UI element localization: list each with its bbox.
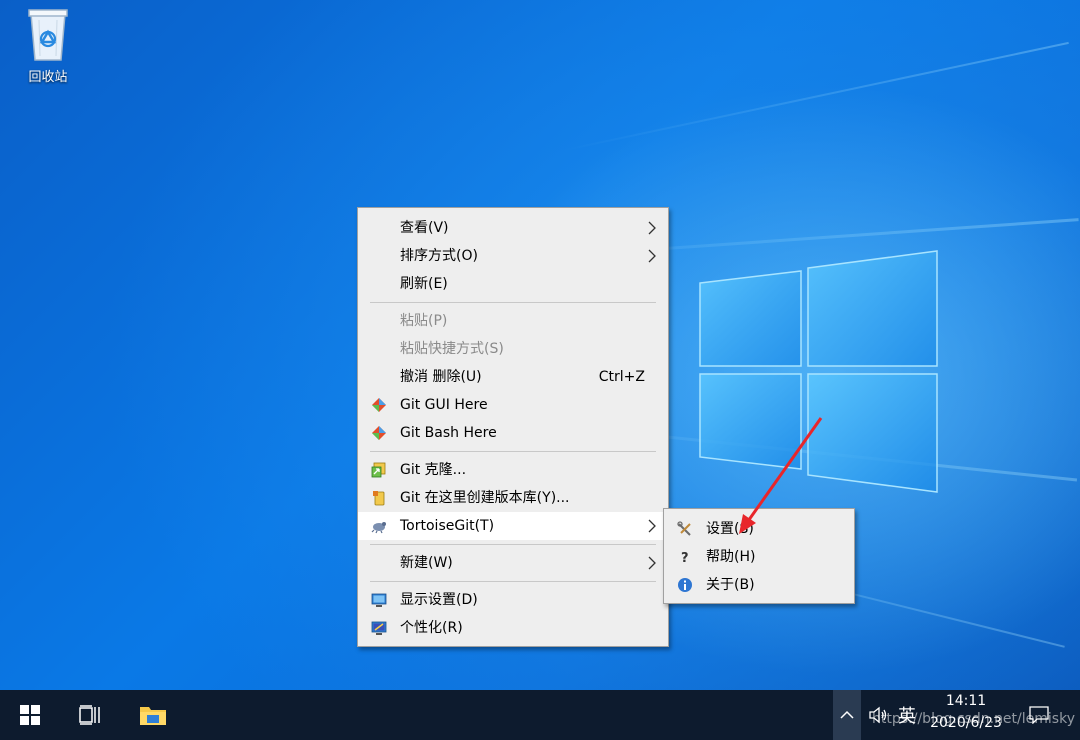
menu-item-refresh[interactable]: 刷新(E) — [358, 270, 668, 298]
menu-item-label: Git GUI Here — [400, 397, 488, 413]
submenu-item-settings[interactable]: 设置(S) — [664, 515, 854, 543]
menu-item-git-bash[interactable]: Git Bash Here — [358, 419, 668, 447]
menu-item-new[interactable]: 新建(W) — [358, 549, 668, 577]
clock-time[interactable]: 14:11 — [928, 693, 1004, 709]
menu-item-label: Git 在这里创建版本库(Y)... — [400, 490, 570, 506]
recycle-bin[interactable]: 回收站 — [14, 6, 82, 96]
info-icon — [678, 578, 692, 592]
menu-separator — [370, 451, 656, 452]
menu-separator — [370, 302, 656, 303]
file-explorer-button[interactable] — [122, 690, 184, 740]
menu-item-label: TortoiseGit(T) — [400, 518, 495, 534]
chevron-right-icon — [648, 519, 656, 533]
menu-item-label: 撤消 删除(U) — [400, 369, 482, 385]
menu-item-git-clone[interactable]: Git 克隆... — [358, 456, 668, 484]
menu-item-git-gui[interactable]: Git GUI Here — [358, 391, 668, 419]
menu-item-git-create-repo[interactable]: Git 在这里创建版本库(Y)... — [358, 484, 668, 512]
personalize-icon — [371, 621, 387, 635]
recycle-bin-icon — [28, 9, 68, 61]
task-view-button[interactable] — [60, 690, 120, 740]
tortoisegit-submenu: 设置(S) ? 帮助(H) 关于(B) — [663, 508, 855, 604]
chevron-right-icon — [648, 556, 656, 570]
menu-item-paste[interactable]: 粘贴(P) — [358, 307, 668, 335]
menu-item-sort[interactable]: 排序方式(O) — [358, 242, 668, 270]
menu-separator — [370, 581, 656, 582]
menu-item-label: 关于(B) — [706, 577, 755, 593]
menu-item-label: 帮助(H) — [706, 549, 756, 565]
tortoisegit-icon — [371, 522, 386, 534]
menu-item-label: Git Bash Here — [400, 425, 497, 441]
submenu-item-about[interactable]: 关于(B) — [664, 571, 854, 599]
display-settings-icon — [371, 593, 387, 607]
menu-item-view[interactable]: 查看(V) — [358, 214, 668, 242]
menu-item-label: 粘贴快捷方式(S) — [400, 341, 504, 357]
submenu-item-help[interactable]: ? 帮助(H) — [664, 543, 854, 571]
folder-icon — [140, 707, 166, 725]
watermark-text: https://blog.csdn.net/lemisky — [872, 711, 1075, 727]
git-gui-icon — [372, 398, 386, 412]
start-button[interactable] — [0, 690, 60, 740]
menu-item-label: 查看(V) — [400, 220, 449, 236]
chevron-right-icon — [648, 249, 656, 263]
menu-item-display-settings[interactable]: 显示设置(D) — [358, 586, 668, 614]
task-view-icon — [79, 705, 100, 725]
menu-item-label: 设置(S) — [706, 521, 754, 537]
help-icon: ? — [681, 551, 689, 565]
tray-overflow-button[interactable] — [833, 690, 861, 740]
recycle-bin-label: 回收站 — [28, 70, 68, 85]
menu-item-personalize[interactable]: 个性化(R) — [358, 614, 668, 642]
menu-item-label: 刷新(E) — [400, 276, 448, 292]
svg-text:?: ? — [681, 551, 689, 565]
menu-item-undo-delete[interactable]: 撤消 删除(U) Ctrl+Z — [358, 363, 668, 391]
menu-item-paste-shortcut[interactable]: 粘贴快捷方式(S) — [358, 335, 668, 363]
desktop-context-menu: 查看(V) 排序方式(O) 刷新(E) 粘贴(P) 粘贴快捷方式(S) 撤消 删… — [357, 207, 669, 647]
menu-item-tortoisegit[interactable]: TortoiseGit(T) — [358, 512, 668, 540]
menu-item-label: 粘贴(P) — [400, 313, 448, 329]
menu-item-label: 个性化(R) — [400, 620, 463, 636]
git-bash-icon — [372, 426, 386, 440]
git-create-repo-icon — [373, 491, 385, 506]
menu-item-label: Git 克隆... — [400, 462, 467, 478]
windows-start-icon — [20, 705, 40, 725]
chevron-up-icon — [840, 710, 854, 719]
menu-item-label: 新建(W) — [400, 555, 453, 571]
git-clone-icon — [371, 462, 386, 478]
menu-item-label: 显示设置(D) — [400, 592, 478, 608]
menu-item-shortcut: Ctrl+Z — [598, 369, 645, 385]
chevron-right-icon — [648, 221, 656, 235]
menu-item-label: 排序方式(O) — [400, 248, 478, 264]
menu-separator — [370, 544, 656, 545]
settings-tools-icon — [677, 521, 691, 536]
